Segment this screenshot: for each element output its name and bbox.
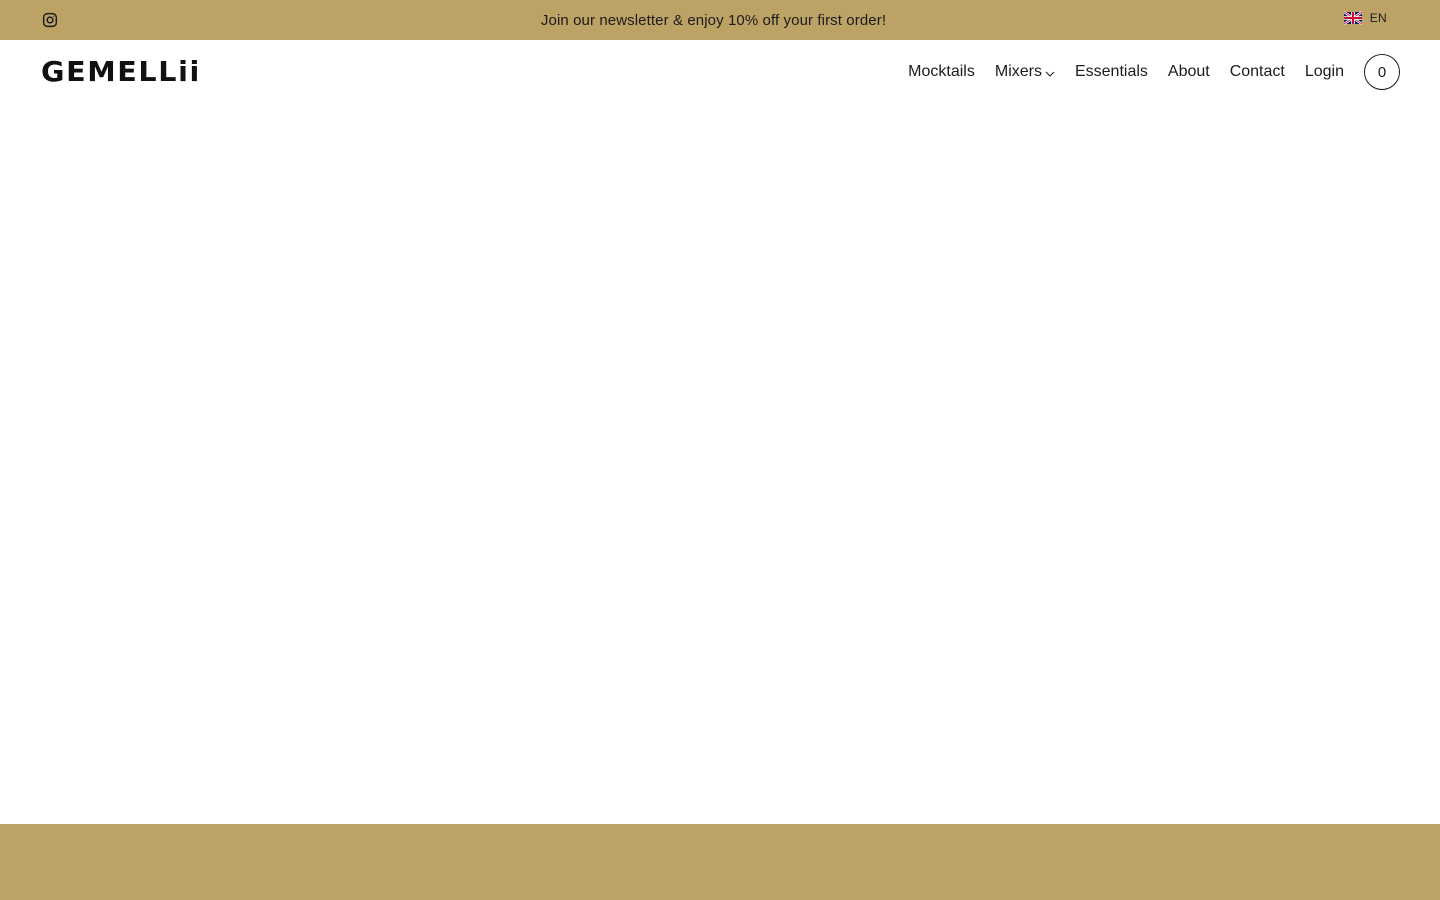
language-switcher[interactable]: EN <box>1343 10 1387 25</box>
nav-item-about[interactable]: About <box>1168 63 1210 81</box>
nav-item-contact[interactable]: Contact <box>1230 63 1285 81</box>
nav-item-mixers[interactable]: Mixers <box>995 63 1055 81</box>
nav-item-label: Contact <box>1229 63 1285 80</box>
nav-item-label: Mixers <box>994 63 1042 80</box>
announcement-text[interactable]: Join our newsletter & enjoy 10% off your… <box>541 12 886 29</box>
nav-item-essentials[interactable]: Essentials <box>1075 63 1148 81</box>
nav-item-label: About <box>1167 63 1210 80</box>
nav-item-login[interactable]: Login <box>1305 63 1344 81</box>
logo[interactable]: GEMELLii <box>41 57 201 87</box>
chevron-down-icon <box>1045 71 1055 77</box>
main-content <box>0 104 1440 824</box>
site-header: GEMELLii Mocktails Mixers Essentials Abo… <box>0 40 1440 104</box>
instagram-icon[interactable] <box>42 12 58 28</box>
nav-item-label: Mocktails <box>908 63 975 80</box>
footer-band <box>0 824 1440 900</box>
nav-item-label: Login <box>1304 63 1344 80</box>
cart-count: 0 <box>1377 63 1387 81</box>
nav-item-label: Essentials <box>1074 63 1148 80</box>
cart-button[interactable]: 0 <box>1364 54 1400 90</box>
uk-flag-icon <box>1343 11 1362 25</box>
main-nav: Mocktails Mixers Essentials About Contac… <box>908 40 1344 104</box>
nav-item-mocktails[interactable]: Mocktails <box>908 63 975 81</box>
language-label: EN <box>1369 10 1387 25</box>
announcement-bar: Join our newsletter & enjoy 10% off your… <box>0 0 1440 40</box>
